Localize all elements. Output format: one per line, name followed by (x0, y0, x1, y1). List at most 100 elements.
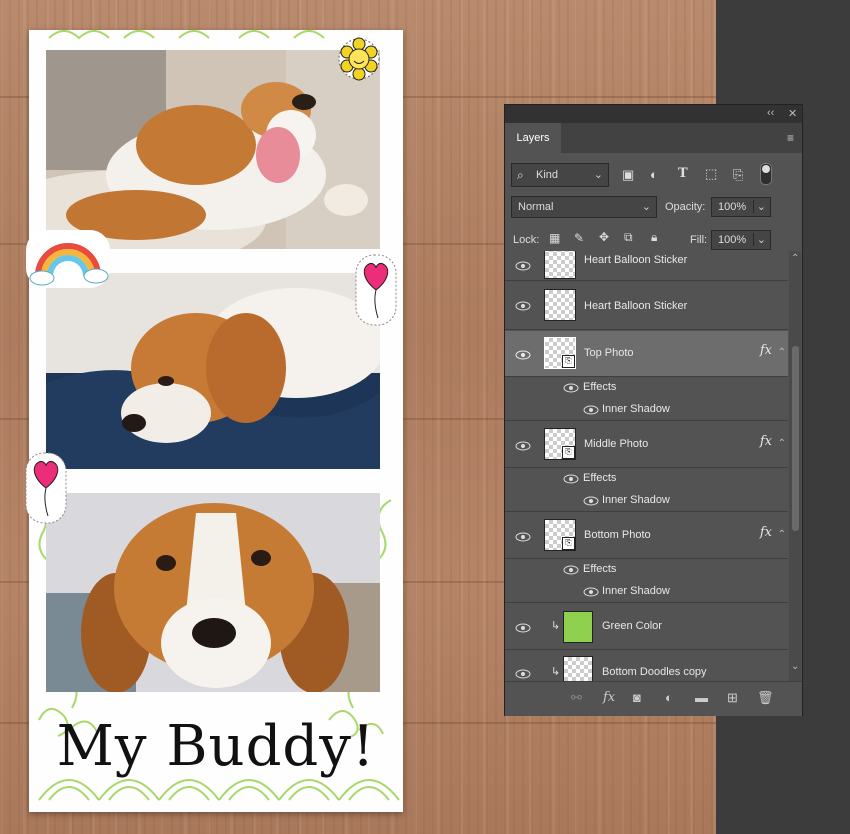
effect-row[interactable]: Inner Shadow (505, 581, 788, 603)
eye-icon[interactable] (563, 474, 579, 484)
layer-name: Bottom Doodles copy (602, 666, 707, 678)
opacity-value: 100% (718, 201, 747, 213)
fx-icon[interactable]: fx (760, 434, 772, 449)
smart-object-icon: ⎘ (562, 446, 575, 459)
layer-name: Bottom Photo (584, 529, 651, 541)
layer-row-selected[interactable]: ⎘ Top Photo fx ⌃ (505, 331, 788, 377)
bottom-photo[interactable] (46, 493, 380, 692)
lock-position-icon[interactable]: ✥ (599, 230, 609, 244)
eye-icon[interactable] (563, 565, 579, 575)
eye-icon[interactable] (583, 587, 599, 597)
smart-object-thumbnail: ⎘ (544, 519, 576, 551)
filter-toggle[interactable] (760, 163, 772, 185)
opacity-field[interactable]: 100% ⌄ (711, 197, 771, 217)
link-layers-icon[interactable]: ⚯ (571, 690, 582, 706)
effect-name: Inner Shadow (602, 403, 670, 415)
opacity-label: Opacity: (665, 201, 706, 213)
kind-filter-label: Kind (536, 169, 559, 181)
photo-strip[interactable]: My Buddy! (29, 30, 403, 812)
effects-label: Effects (583, 381, 617, 393)
tab-layers[interactable]: Layers (505, 123, 561, 153)
lock-image-pixels-icon[interactable]: ✎ (574, 231, 584, 245)
add-layer-style-icon[interactable]: fx (603, 690, 615, 705)
effects-row[interactable]: Effects (505, 559, 788, 581)
sunflower-sticker[interactable] (338, 34, 380, 84)
smart-object-thumbnail: ⎘ (544, 428, 576, 460)
caption-text: My Buddy! (56, 714, 376, 779)
eye-icon[interactable] (583, 405, 599, 415)
eye-icon[interactable] (563, 383, 579, 393)
layer-row[interactable]: Heart Balloon Sticker (505, 251, 788, 281)
middle-photo-image (46, 273, 380, 469)
eye-icon[interactable] (515, 669, 531, 679)
heart-balloon-sticker[interactable] (355, 254, 397, 326)
shape-filter-icon[interactable]: ⬚ (705, 166, 717, 182)
layer-row[interactable]: ⎘ Bottom Photo fx ⌃ (505, 513, 788, 559)
kind-filter-select[interactable]: ⌕ Kind ⌄ (511, 163, 609, 187)
chevron-down-icon[interactable]: ⌄ (752, 200, 766, 213)
layer-row[interactable]: ↳ Green Color (505, 604, 788, 650)
scroll-down-icon[interactable]: ⌄ (791, 661, 799, 672)
rainbow-sticker[interactable] (26, 230, 110, 288)
fill-field[interactable]: 100% ⌄ (711, 230, 771, 250)
middle-photo[interactable] (46, 273, 380, 469)
add-mask-icon[interactable]: ◙ (633, 690, 641, 705)
effects-row[interactable]: Effects (505, 377, 788, 399)
top-photo[interactable] (46, 50, 380, 249)
eye-icon[interactable] (515, 261, 531, 271)
collapse-effects-icon[interactable]: ⌃ (778, 529, 786, 540)
panel-titlebar[interactable]: ‹‹ ✕ (505, 105, 802, 123)
layer-row[interactable]: ↳ Bottom Doodles copy (505, 650, 788, 681)
blend-mode-select[interactable]: Normal ⌄ (511, 196, 657, 218)
eye-icon[interactable] (515, 623, 531, 633)
new-group-icon[interactable]: ▬ (695, 690, 708, 705)
type-filter-icon[interactable]: T (678, 166, 688, 181)
layer-row[interactable]: ⎘ Middle Photo fx ⌃ (505, 422, 788, 468)
eye-icon[interactable] (515, 441, 531, 451)
lock-artboard-icon[interactable]: ⧉ (624, 230, 633, 245)
image-filter-icon[interactable]: ▣ (622, 167, 634, 183)
layers-panel[interactable]: ‹‹ ✕ Layers ≡ ⌕ Kind ⌄ ▣ ◐ T ⬚ ⎘ Normal … (504, 104, 803, 716)
eye-icon[interactable] (515, 532, 531, 542)
close-icon[interactable]: ✕ (788, 107, 797, 120)
layer-thumbnail (544, 251, 576, 279)
filter-toggle-knob (762, 165, 770, 173)
top-photo-image (46, 50, 380, 249)
heart-balloon-sticker[interactable] (25, 452, 67, 524)
panel-menu-icon[interactable]: ≡ (787, 131, 794, 145)
adjustment-filter-icon[interactable]: ◐ (650, 167, 658, 182)
lock-all-icon[interactable]: 🔒︎ (651, 230, 657, 245)
collapse-effects-icon[interactable]: ⌃ (778, 438, 786, 449)
layer-name: Middle Photo (584, 438, 649, 450)
layer-thumbnail (544, 289, 576, 321)
eye-icon[interactable] (583, 496, 599, 506)
new-layer-icon[interactable]: ⊞ (727, 690, 738, 706)
fill-value: 100% (718, 234, 747, 246)
layer-row[interactable]: Heart Balloon Sticker (505, 282, 788, 330)
fx-icon[interactable]: fx (760, 525, 772, 540)
layer-name: Heart Balloon Sticker (584, 254, 688, 266)
smart-object-filter-icon[interactable]: ⎘ (733, 167, 743, 183)
layers-list[interactable]: Heart Balloon Sticker Heart Balloon Stic… (505, 251, 788, 681)
lock-transparent-pixels-icon[interactable]: ▦ (549, 231, 560, 245)
search-icon: ⌕ (517, 168, 524, 182)
fx-icon[interactable]: fx (760, 343, 772, 358)
collapse-effects-icon[interactable]: ⌃ (778, 347, 786, 358)
double-chevron-icon[interactable]: ‹‹ (767, 107, 774, 119)
effects-row[interactable]: Effects (505, 468, 788, 490)
scrollbar-thumb[interactable] (792, 346, 799, 531)
scroll-up-icon[interactable]: ⌃ (791, 253, 799, 264)
chevron-down-icon[interactable]: ⌄ (752, 233, 766, 246)
effect-row[interactable]: Inner Shadow (505, 399, 788, 421)
layers-scrollbar[interactable]: ⌃ ⌄ (789, 251, 801, 681)
new-adjustment-layer-icon[interactable]: ◐ (665, 690, 673, 705)
layers-bottom-toolbar: ⚯ fx ◙ ◐ ▬ ⊞ 🗑︎ (505, 681, 802, 716)
delete-layer-icon[interactable]: 🗑︎ (757, 690, 774, 706)
clipping-mask-icon: ↳ (551, 666, 561, 678)
eye-icon[interactable] (515, 301, 531, 311)
effect-row[interactable]: Inner Shadow (505, 490, 788, 512)
smart-object-icon: ⎘ (562, 355, 575, 368)
fill-label: Fill: (690, 234, 708, 246)
eye-icon[interactable] (515, 350, 531, 360)
layer-name: Green Color (602, 620, 662, 632)
